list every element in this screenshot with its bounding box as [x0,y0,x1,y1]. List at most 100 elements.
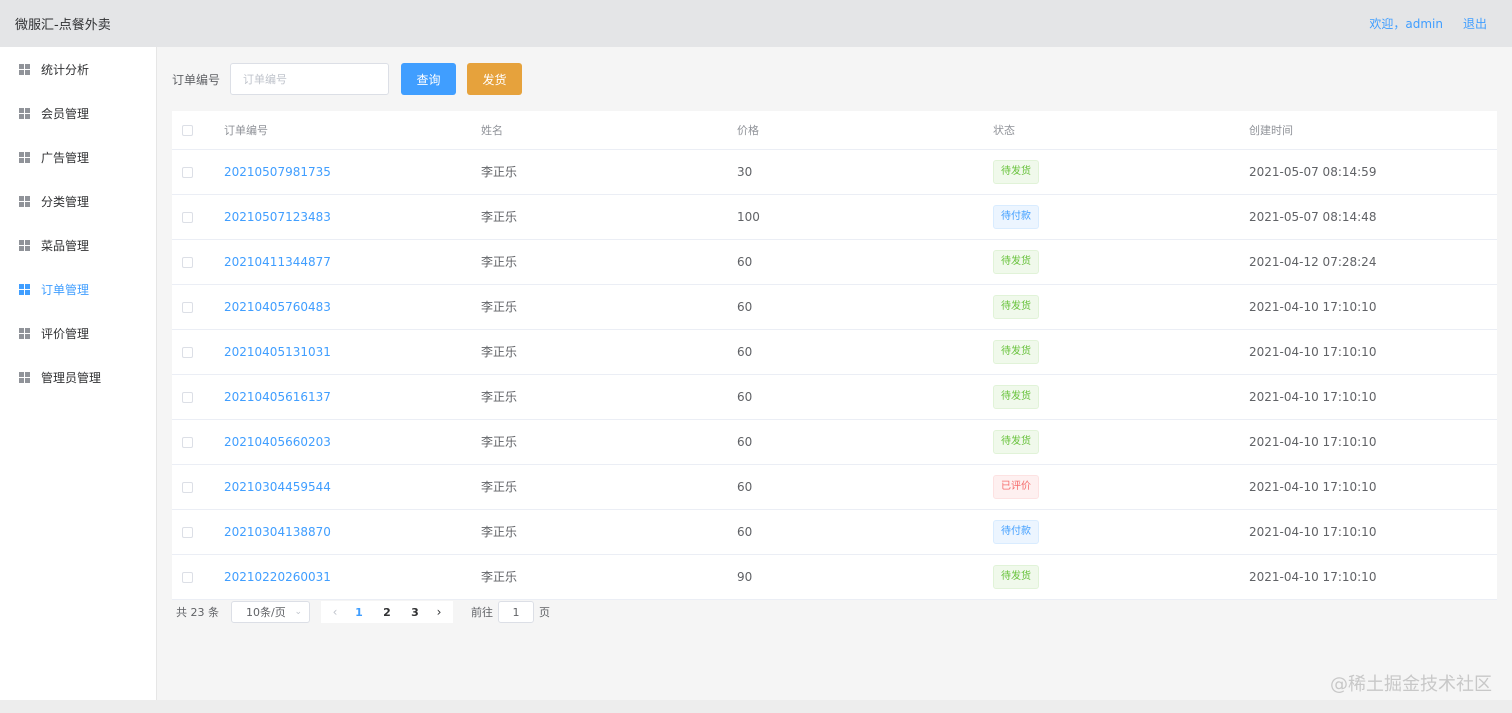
chevron-left-icon[interactable]: ‹ [325,601,345,623]
page-number-2[interactable]: 2 [373,601,401,623]
main-content: 订单编号 查询 发货 订单编号 姓名 价格 状态 创建时间 2021050798… [157,47,1512,700]
order-no-link[interactable]: 20210405660203 [224,435,331,449]
goto-page-input[interactable] [498,601,534,623]
table-header-row: 订单编号 姓名 价格 状态 创建时间 [172,111,1497,150]
cell-created: 2021-04-10 17:10:10 [1249,509,1497,555]
table-row: 20210304459544 李正乐 60 已评价 2021-04-10 17:10:1… [172,464,1497,510]
select-all-checkbox[interactable] [182,124,193,136]
cell-created: 2021-04-10 17:10:10 [1249,464,1497,510]
table-row: 20210220260031 李正乐 90 待发货 2021-04-10 17:10:1… [172,554,1497,600]
cell-price: 60 [737,239,993,285]
logout-link[interactable]: 退出 [1463,15,1487,32]
sidebar-item-members[interactable]: 会员管理 [0,91,156,135]
table-row: 20210405660203 李正乐 60 待发货 2021-04-10 17:10:1… [172,419,1497,465]
sidebar-item-stats[interactable]: 统计分析 [0,47,156,91]
sidebar-item-categories[interactable]: 分类管理 [0,179,156,223]
status-badge: 待发货 [993,384,1039,409]
row-checkbox[interactable] [182,301,193,313]
pagination-total: 共 23 条 [176,606,219,619]
header-order-no: 订单编号 [224,111,481,150]
status-badge: 待付款 [993,519,1039,544]
sidebar-item-label: 评价管理 [41,326,90,341]
chevron-down-icon: ⌄ [294,607,302,617]
pagination: 共 23 条 10条/页 ⌄ ‹ 123 › 前往 页 [176,600,550,624]
cell-name: 李正乐 [481,194,737,240]
order-no-link[interactable]: 20210411344877 [224,255,331,269]
order-no-link[interactable]: 20210405131031 [224,345,331,359]
status-badge: 待发货 [993,564,1039,589]
chevron-right-icon[interactable]: › [429,601,449,623]
ship-button[interactable]: 发货 [467,63,523,95]
search-toolbar: 订单编号 查询 发货 [172,63,523,95]
sidebar-item-admins[interactable]: 管理员管理 [0,355,156,399]
status-badge: 待发货 [993,429,1039,454]
grid-icon [19,107,30,119]
sidebar-item-reviews[interactable]: 评价管理 [0,311,156,355]
cell-created: 2021-04-10 17:10:10 [1249,374,1497,420]
orders-table: 订单编号 姓名 价格 状态 创建时间 20210507981735 李正乐 30 待发… [172,111,1497,600]
pager-pages: 123 [345,601,429,623]
header-user-area: 欢迎，admin 退出 [1369,15,1487,32]
cell-price: 60 [737,509,993,555]
row-checkbox[interactable] [182,256,193,268]
cell-name: 李正乐 [481,284,737,330]
footer-strip [0,700,1512,713]
cell-name: 李正乐 [481,329,737,375]
header-created: 创建时间 [1249,111,1497,150]
grid-icon [19,63,30,75]
order-no-link[interactable]: 20210220260031 [224,570,331,584]
order-no-link[interactable]: 20210507981735 [224,165,331,179]
order-no-link[interactable]: 20210405760483 [224,300,331,314]
table-body: 20210507981735 李正乐 30 待发货 2021-05-07 08:14:5… [172,149,1497,600]
sidebar-item-label: 订单管理 [41,282,90,297]
cell-name: 李正乐 [481,464,737,510]
order-no-input[interactable] [230,63,390,95]
row-checkbox[interactable] [182,346,193,358]
grid-icon [19,371,30,383]
row-checkbox[interactable] [182,166,193,178]
cell-name: 李正乐 [481,419,737,465]
cell-price: 100 [737,194,993,240]
page-size-select[interactable]: 10条/页 ⌄ [231,601,310,623]
sidebar-item-ads[interactable]: 广告管理 [0,135,156,179]
status-badge: 待发货 [993,249,1039,274]
header-status: 状态 [993,111,1249,150]
cell-price: 60 [737,374,993,420]
table-row: 20210405760483 李正乐 60 待发货 2021-04-10 17:10:1… [172,284,1497,330]
cell-price: 30 [737,149,993,195]
table-row: 20210304138870 李正乐 60 待付款 2021-04-10 17:10:1… [172,509,1497,555]
page-number-1[interactable]: 1 [345,601,373,623]
goto-label: 前往 [471,606,493,619]
header-price: 价格 [737,111,993,150]
row-checkbox[interactable] [182,211,193,223]
row-checkbox[interactable] [182,436,193,448]
status-badge: 待发货 [993,294,1039,319]
status-badge: 已评价 [993,474,1039,499]
sidebar-item-dishes[interactable]: 菜品管理 [0,223,156,267]
app-header: 微服汇-点餐外卖 欢迎，admin 退出 [0,0,1512,47]
order-no-link[interactable]: 20210405616137 [224,390,331,404]
cell-price: 60 [737,464,993,510]
sidebar-item-label: 会员管理 [41,106,90,121]
order-no-link[interactable]: 20210507123483 [224,210,331,224]
row-checkbox[interactable] [182,571,193,583]
sidebar-item-label: 分类管理 [41,194,90,209]
table-row: 20210405131031 李正乐 60 待发货 2021-04-10 17:10:1… [172,329,1497,375]
page-number-3[interactable]: 3 [401,601,429,623]
status-badge: 待发货 [993,339,1039,364]
page-suffix: 页 [539,606,550,619]
row-checkbox[interactable] [182,481,193,493]
table-row: 20210411344877 李正乐 60 待发货 2021-04-12 07:28:2… [172,239,1497,285]
order-no-link[interactable]: 20210304138870 [224,525,331,539]
row-checkbox[interactable] [182,526,193,538]
order-no-link[interactable]: 20210304459544 [224,480,331,494]
welcome-link[interactable]: 欢迎，admin [1369,15,1443,32]
cell-price: 90 [737,554,993,600]
row-checkbox[interactable] [182,391,193,403]
sidebar-item-orders[interactable]: 订单管理 [0,267,156,311]
query-button[interactable]: 查询 [401,63,457,95]
page-size-value: 10条/页 [246,606,286,619]
watermark: @稀土掘金技术社区 [1330,674,1492,695]
cell-created: 2021-04-10 17:10:10 [1249,329,1497,375]
sidebar-item-label: 菜品管理 [41,238,90,253]
